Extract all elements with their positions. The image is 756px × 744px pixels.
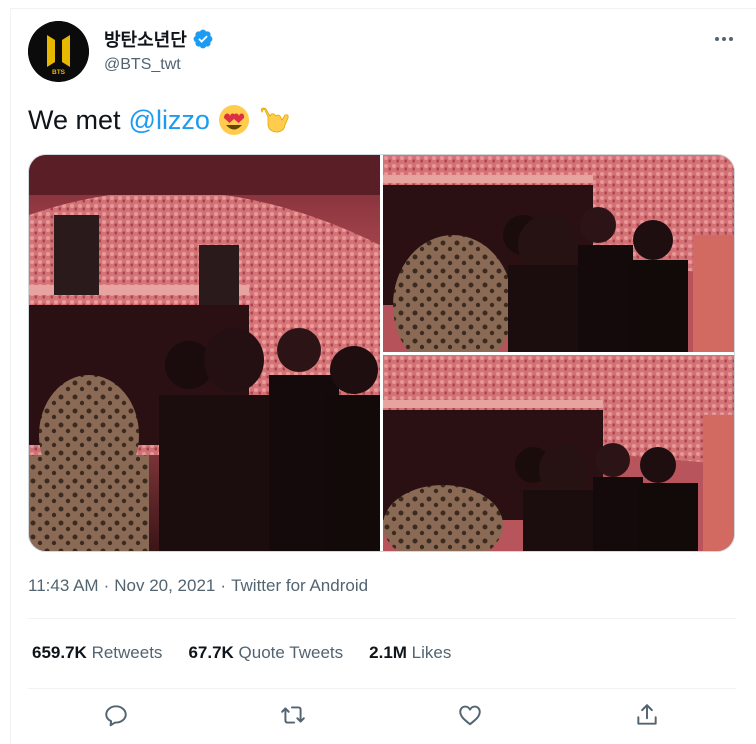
- media-grid: [28, 154, 735, 552]
- tweet-stats: 659.7K Retweets 67.7K Quote Tweets 2.1M …: [32, 643, 451, 663]
- verified-badge-icon: [192, 28, 214, 50]
- mention-link[interactable]: @lizzo: [129, 105, 210, 136]
- call-me-hand-emoji: [258, 104, 290, 136]
- likes-label: Likes: [411, 643, 452, 662]
- tweet-text-prefix: We met: [28, 104, 121, 135]
- concert-photo-2[interactable]: [383, 155, 734, 352]
- retweets-stat[interactable]: 659.7K Retweets: [32, 643, 162, 663]
- share-icon[interactable]: [634, 702, 660, 728]
- author-handle[interactable]: @BTS_twt: [104, 56, 181, 74]
- retweet-icon[interactable]: [280, 702, 306, 728]
- reply-icon[interactable]: [103, 702, 129, 728]
- likes-stat[interactable]: 2.1M Likes: [369, 643, 451, 663]
- tweet-time[interactable]: 11:43 AM: [28, 576, 99, 596]
- like-icon[interactable]: [457, 702, 483, 728]
- meta-separator: ·: [103, 576, 110, 595]
- quote-tweets-count: 67.7K: [188, 643, 234, 662]
- heart-eyes-emoji: [218, 104, 250, 136]
- meta-separator: ·: [220, 576, 227, 595]
- divider: [28, 688, 736, 689]
- bts-logo-icon: BTS: [28, 21, 89, 82]
- quote-tweets-label: Quote Tweets: [238, 643, 344, 662]
- author-name-row[interactable]: 방탄소년단: [104, 27, 214, 51]
- likes-count: 2.1M: [369, 643, 407, 662]
- tweet-meta: 11:43 AM · Nov 20, 2021 · Twitter for An…: [28, 576, 368, 596]
- avatar-text: BTS: [52, 69, 66, 76]
- concert-photo-3[interactable]: [383, 355, 734, 551]
- divider: [28, 618, 736, 619]
- more-options-icon[interactable]: [710, 29, 738, 49]
- tweet-source[interactable]: Twitter for Android: [231, 576, 368, 596]
- retweets-label: Retweets: [91, 643, 163, 662]
- tweet-actions: [0, 700, 756, 730]
- quote-tweets-stat[interactable]: 67.7K Quote Tweets: [188, 643, 343, 663]
- avatar[interactable]: BTS: [28, 21, 89, 82]
- author-display-name[interactable]: 방탄소년단: [104, 26, 187, 52]
- tweet-date[interactable]: Nov 20, 2021: [114, 576, 215, 596]
- concert-photo-1[interactable]: [29, 155, 380, 551]
- retweets-count: 659.7K: [32, 643, 87, 662]
- tweet-text: We met @lizzo: [28, 104, 290, 136]
